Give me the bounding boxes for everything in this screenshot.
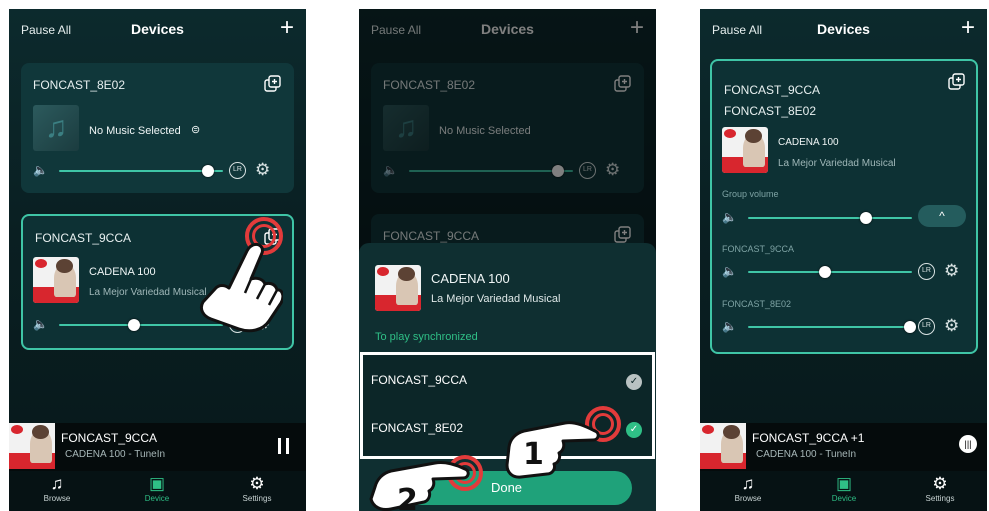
speaker-icon[interactable]: 🔈 — [33, 163, 49, 177]
volume-slider[interactable] — [59, 170, 223, 172]
collapse-button[interactable]: ^ — [918, 205, 966, 227]
sync-label: To play synchronized — [375, 331, 478, 343]
station-subtitle: La Mejor Variedad Musical — [778, 158, 896, 169]
group-volume-slider[interactable] — [748, 217, 912, 219]
top-bar: Pause All Devices + — [700, 9, 987, 53]
lr-channel-icon[interactable]: LR — [918, 318, 935, 335]
add-device-button[interactable]: + — [280, 16, 294, 40]
tab-browse[interactable]: ♫ Browse — [17, 471, 97, 511]
tab-label: Settings — [242, 494, 272, 503]
volume-knob[interactable] — [860, 212, 873, 224]
check-icon[interactable]: ✓ — [626, 422, 642, 438]
lr-channel-icon[interactable]: LR — [918, 263, 935, 280]
member-volume-row: 🔈 LR ⚙ — [722, 261, 966, 281]
speaker-icon[interactable]: 🔈 — [33, 317, 49, 331]
station-name: CADENA 100 — [89, 266, 156, 278]
tab-label: Settings — [925, 494, 955, 503]
music-note-icon: ♫ — [50, 474, 64, 493]
station-logo — [722, 127, 768, 173]
now-playing-bar[interactable]: FONCAST_9CCA CADENA 100 - TuneIn — [9, 423, 306, 471]
tab-settings[interactable]: ⚙ Settings — [900, 471, 980, 511]
group-member-name: FONCAST_9CCA — [724, 83, 821, 97]
device-name: FONCAST_9CCA — [35, 231, 132, 245]
now-playing-art — [9, 423, 55, 469]
music-note-icon: ♫ — [741, 474, 755, 493]
device-name: FONCAST_8E02 — [33, 78, 126, 92]
speaker-icon[interactable]: 🔈 — [722, 210, 738, 224]
group-member-name: FONCAST_8E02 — [724, 104, 817, 118]
now-playing-device: FONCAST_9CCA — [61, 431, 158, 445]
gear-icon: ⚙ — [932, 474, 948, 493]
volume-knob[interactable] — [128, 319, 141, 331]
now-playing-device: FONCAST_9CCA +1 — [752, 431, 865, 445]
now-playing-bar[interactable]: FONCAST_9CCA +1 CADENA 100 - TuneIn ||| — [700, 423, 987, 471]
device-icon: ▣ — [835, 474, 853, 493]
no-music-label: No Music Selected — [89, 125, 181, 137]
music-note-icon: ♫ — [44, 111, 68, 144]
tab-device[interactable]: ▣ Device — [804, 471, 884, 511]
speaker-icon[interactable]: 🔈 — [722, 319, 738, 333]
device-option-9cca[interactable]: FONCAST_9CCA — [371, 373, 467, 387]
lr-channel-icon[interactable]: LR — [229, 162, 246, 179]
group-card[interactable]: FONCAST_9CCA FONCAST_8E02 CADENA 100 La … — [710, 59, 978, 354]
tab-bar: ♫ Browse ▣ Device ⚙ Settings — [9, 471, 306, 511]
group-icon[interactable] — [264, 75, 282, 93]
album-art: ♫ — [33, 105, 79, 151]
screen-grouped: Pause All Devices + FONCAST_9CCA FONCAST… — [700, 9, 987, 511]
member-volume-row: 🔈 LR ⚙ — [722, 316, 966, 336]
member-volume-slider[interactable] — [748, 326, 912, 328]
tab-device[interactable]: ▣ Device — [117, 471, 197, 511]
now-playing-source: CADENA 100 - TuneIn — [756, 449, 857, 460]
gear-icon[interactable]: ⚙ — [944, 261, 959, 281]
top-bar: Pause All Devices + — [9, 9, 306, 53]
device-card-8e02[interactable]: FONCAST_8E02 ♫ No Music Selected ⊜ 🔈 LR … — [21, 63, 294, 193]
station-name: CADENA 100 — [778, 137, 839, 148]
equalizer-icon[interactable]: ||| — [959, 435, 977, 453]
station-logo — [375, 265, 421, 311]
tab-bar: ♫ Browse ▣ Device ⚙ Settings — [700, 471, 987, 511]
page-title: Devices — [131, 21, 184, 37]
add-device-button[interactable]: + — [961, 16, 975, 40]
member-name-label: FONCAST_8E02 — [722, 299, 792, 309]
pointing-hand-icon — [505, 421, 600, 479]
check-icon[interactable]: ✓ — [626, 374, 642, 390]
gear-icon: ⚙ — [249, 474, 265, 493]
volume-row: 🔈 LR ⚙ — [33, 160, 282, 180]
now-playing-art — [700, 423, 746, 469]
device-option-8e02[interactable]: FONCAST_8E02 — [371, 421, 463, 435]
now-playing-source: CADENA 100 - TuneIn — [65, 449, 166, 460]
tab-settings[interactable]: ⚙ Settings — [217, 471, 297, 511]
volume-knob[interactable] — [904, 321, 917, 333]
tab-label: Device — [144, 494, 170, 503]
gear-icon[interactable]: ⚙ — [944, 316, 959, 336]
device-icon: ▣ — [148, 474, 166, 493]
screen-devices: Pause All Devices + FONCAST_8E02 ♫ No Mu… — [9, 9, 306, 511]
volume-knob[interactable] — [202, 165, 215, 177]
step-number: 1 — [523, 437, 544, 472]
group-icon[interactable] — [948, 73, 966, 91]
gear-icon[interactable]: ⚙ — [255, 160, 270, 180]
tab-label: Device — [831, 494, 857, 503]
speaker-icon[interactable]: 🔈 — [722, 264, 738, 278]
screen-group-sheet: Pause All Devices + FONCAST_8E02 ♫ No Mu… — [359, 9, 656, 511]
page-title: Devices — [817, 21, 870, 37]
station-subtitle: La Mejor Variedad Musical — [431, 293, 561, 305]
station-name: CADENA 100 — [431, 271, 510, 286]
pause-icon[interactable] — [278, 438, 290, 454]
pointing-hand-icon — [369, 461, 470, 511]
spotify-icon: ⊜ — [191, 124, 201, 136]
group-volume-label: Group volume — [722, 189, 779, 199]
tab-label: Browse — [734, 494, 762, 503]
tab-label: Browse — [43, 494, 71, 503]
station-subtitle: La Mejor Variedad Musical — [89, 287, 207, 298]
pointing-hand-icon — [199, 243, 283, 333]
step-number: 2 — [397, 483, 418, 511]
tab-browse[interactable]: ♫ Browse — [708, 471, 788, 511]
station-logo — [33, 257, 79, 303]
volume-knob[interactable] — [819, 266, 832, 278]
member-name-label: FONCAST_9CCA — [722, 244, 795, 254]
